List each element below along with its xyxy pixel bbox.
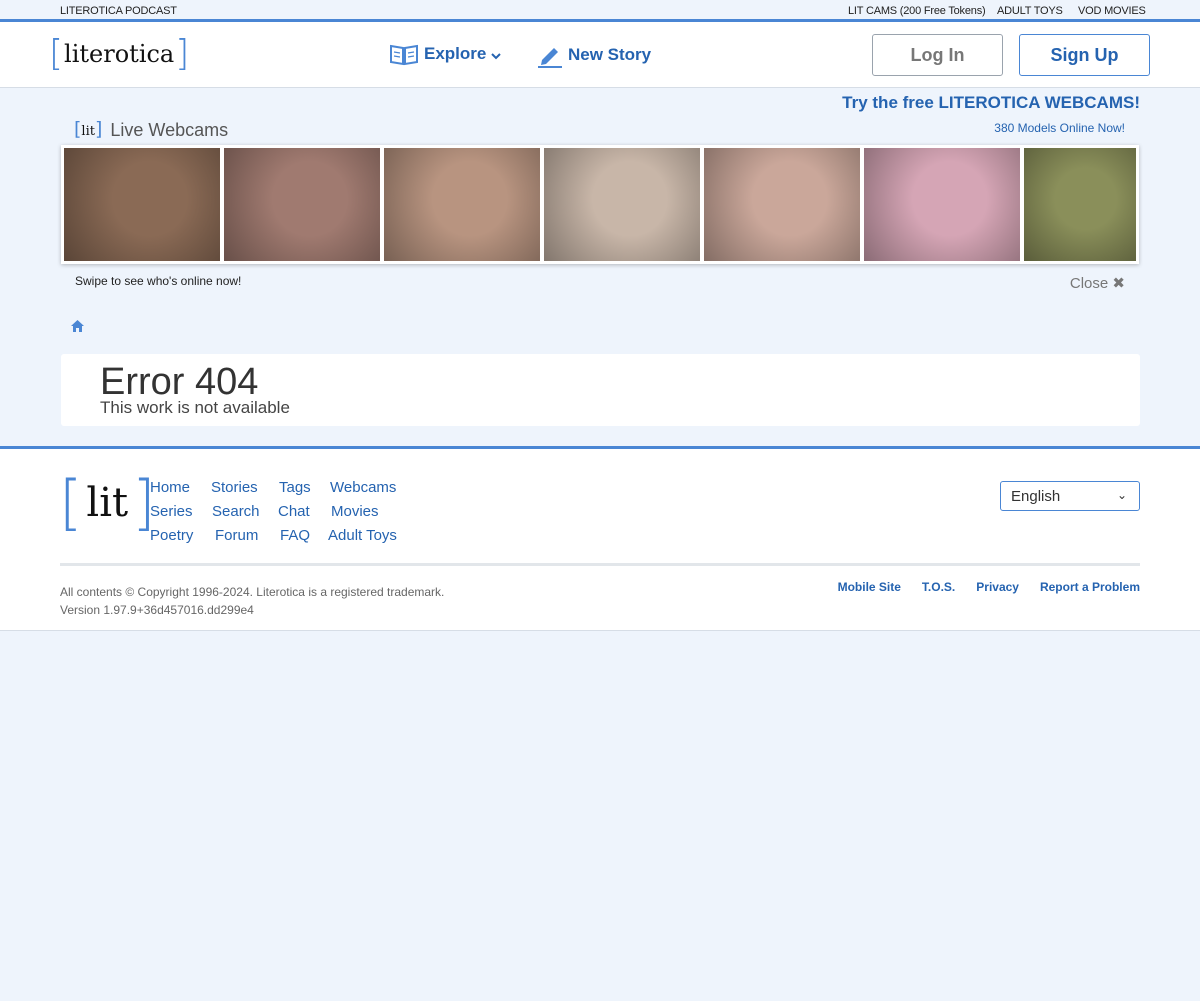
lit-cams-link[interactable]: LIT CAMS (200 Free Tokens) [848,5,986,17]
privacy-link[interactable]: Privacy [976,580,1019,594]
webcams-title: Live Webcams [110,120,229,140]
models-online-link[interactable]: 380 Models Online Now! [994,121,1125,135]
report-problem-link[interactable]: Report a Problem [1040,580,1140,594]
webcam-thumbnail[interactable] [64,148,220,261]
footer-link-stories[interactable]: Stories [211,479,260,503]
site-footer: [lit] Home Series Poetry Stories Search … [0,446,1200,631]
explore-menu[interactable]: Explore [389,42,502,66]
chevron-down-icon [491,53,502,60]
footer-link-series[interactable]: Series [150,503,193,527]
close-webcams-button[interactable]: Close ✖ [1070,274,1125,292]
footer-link-faq[interactable]: FAQ [280,527,311,551]
footer-link-chat[interactable]: Chat [278,503,311,527]
language-select[interactable]: English ⌄ [1000,481,1140,511]
swipe-hint: Swipe to see who's online now! [75,274,242,288]
home-icon[interactable] [70,319,85,338]
tos-link[interactable]: T.O.S. [922,580,955,594]
footer-link-adult-toys[interactable]: Adult Toys [328,527,397,551]
webcam-thumbnail[interactable] [384,148,540,261]
footer-copyright: All contents © Copyright 1996-2024. Lite… [60,583,444,619]
webcams-header: [lit] Live Webcams [74,116,228,141]
close-icon: ✖ [1112,275,1125,292]
literotica-logo[interactable]: [literotica] [49,36,189,72]
try-webcams-link[interactable]: Try the free LITEROTICA WEBCAMS! [842,93,1140,113]
webcam-thumbnail[interactable] [704,148,860,261]
webcam-thumbnail[interactable] [544,148,700,261]
footer-lit-logo[interactable]: [lit] [59,473,156,533]
footer-link-webcams[interactable]: Webcams [330,479,397,503]
footer-link-search[interactable]: Search [212,503,260,527]
webcam-carousel[interactable] [61,145,1139,264]
mobile-site-link[interactable]: Mobile Site [838,580,901,594]
mini-lit-logo: [lit] [74,117,103,140]
copyright-text: All contents © Copyright 1996-2024. Lite… [60,585,445,599]
footer-bottom-links: Mobile Site T.O.S. Privacy Report a Prob… [838,580,1140,594]
footer-link-poetry[interactable]: Poetry [150,527,193,551]
book-icon [390,44,418,66]
pencil-icon [538,48,562,68]
error-panel: Error 404 This work is not available [61,354,1140,426]
version-text: Version 1.97.9+36d457016.dd299e4 [60,603,254,617]
chevron-down-icon: ⌄ [1116,488,1127,502]
podcast-link[interactable]: LITEROTICA PODCAST [60,5,177,17]
login-button[interactable]: Log In [872,34,1003,76]
top-strip: LITEROTICA PODCAST LIT CAMS (200 Free To… [0,0,1200,22]
footer-link-movies[interactable]: Movies [331,503,397,527]
error-subtitle: This work is not available [100,398,290,417]
footer-link-tags[interactable]: Tags [279,479,311,503]
footer-link-forum[interactable]: Forum [215,527,260,551]
footer-divider [60,563,1140,566]
webcam-thumbnail[interactable] [224,148,380,261]
new-story-link[interactable]: New Story [537,42,651,68]
signup-button[interactable]: Sign Up [1019,34,1150,76]
footer-link-home[interactable]: Home [150,479,193,503]
vod-movies-link[interactable]: VOD MOVIES [1078,5,1146,17]
site-header: [literotica] Explore New Story Log In Si… [0,22,1200,88]
adult-toys-link[interactable]: ADULT TOYS [997,5,1063,17]
webcam-thumbnail[interactable] [1024,148,1136,261]
webcam-thumbnail[interactable] [864,148,1020,261]
